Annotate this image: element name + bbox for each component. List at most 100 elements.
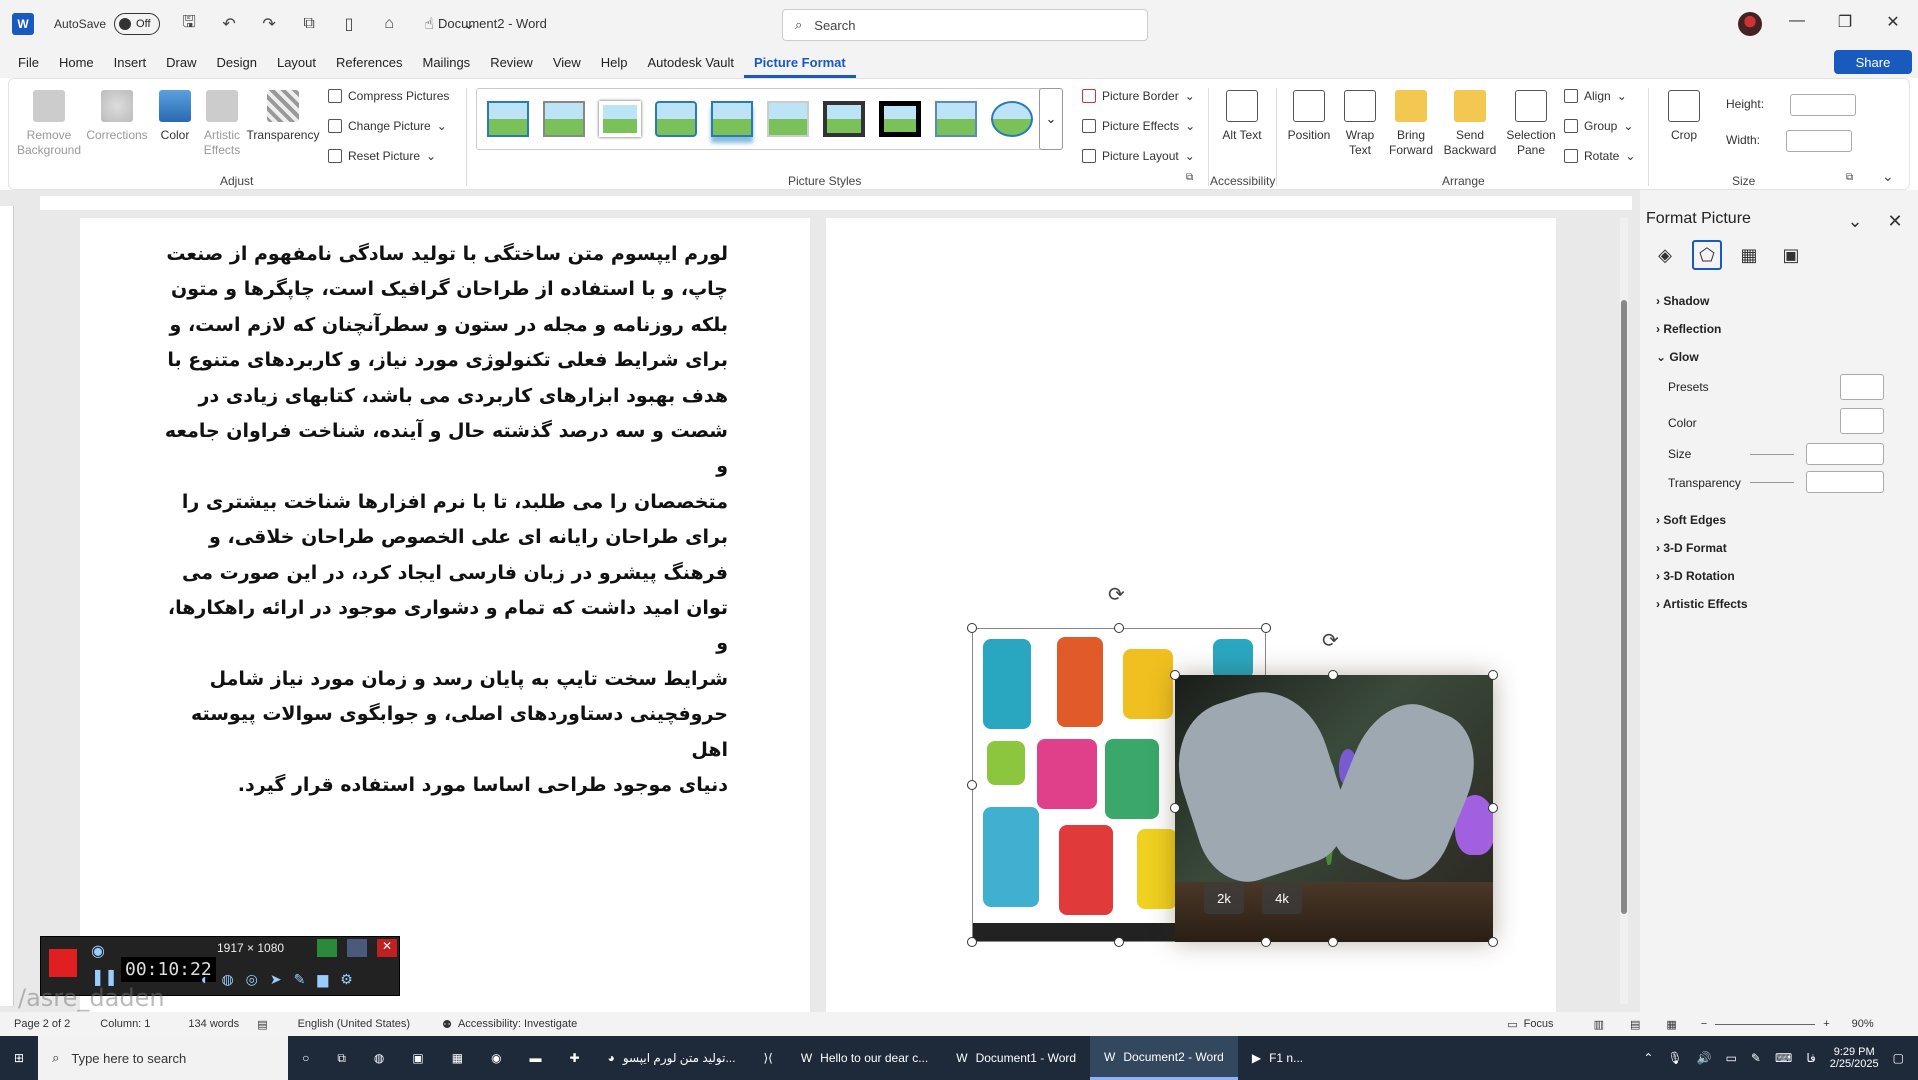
- network-icon[interactable]: ▭: [1726, 1051, 1737, 1065]
- tab-draw[interactable]: Draw: [156, 48, 206, 78]
- style-thumbnail[interactable]: [543, 101, 585, 137]
- tab-home[interactable]: Home: [49, 48, 104, 78]
- resize-handle[interactable]: [967, 937, 977, 947]
- close-recorder-icon[interactable]: ✕: [377, 939, 397, 957]
- language-icon[interactable]: فا: [1806, 1051, 1815, 1065]
- copy-icon[interactable]: ⧉: [298, 15, 320, 33]
- gallery-more-button[interactable]: ⌄: [1039, 88, 1063, 150]
- microphone-icon[interactable]: 🎙: [1667, 1051, 1682, 1065]
- language-indicator[interactable]: English (United States): [298, 1018, 411, 1030]
- style-thumbnail[interactable]: [711, 101, 753, 137]
- style-thumbnail[interactable]: [487, 101, 529, 137]
- color-button[interactable]: Color: [152, 90, 198, 143]
- resize-handle[interactable]: [1261, 623, 1271, 633]
- taskbar-search[interactable]: ⌕ Type here to search: [38, 1036, 289, 1080]
- taskbar-word-2[interactable]: W Document1 - Word: [942, 1036, 1090, 1080]
- print-layout-icon[interactable]: ▤: [1630, 1018, 1640, 1031]
- resize-handle[interactable]: [1261, 937, 1271, 947]
- tab-file[interactable]: File: [8, 48, 49, 78]
- position-button[interactable]: Position: [1284, 90, 1334, 143]
- style-thumbnail[interactable]: [823, 101, 865, 137]
- touch-mode-icon[interactable]: ☝: [418, 14, 440, 34]
- maximize-icon[interactable]: ❐: [1830, 12, 1860, 32]
- resize-handle[interactable]: [1170, 803, 1180, 813]
- section-glow[interactable]: ⌄ Glow: [1656, 350, 1699, 364]
- redo-icon[interactable]: ↷: [258, 14, 280, 34]
- rotate-handle-icon[interactable]: ⟳: [1322, 628, 1339, 653]
- resize-handle[interactable]: [1328, 670, 1338, 680]
- align-button[interactable]: Align ⌄: [1564, 86, 1627, 106]
- section-3d-rotation[interactable]: › 3-D Rotation: [1656, 569, 1735, 583]
- rotate-handle-icon[interactable]: ⟳: [1108, 582, 1125, 607]
- record-stop-button[interactable]: [49, 949, 77, 977]
- page-count[interactable]: Page 2 of 2: [14, 1018, 70, 1030]
- tab-picture-format[interactable]: Picture Format: [744, 48, 856, 78]
- height-input[interactable]: [1790, 94, 1856, 116]
- clock[interactable]: 9:29 PM 2/25/2025: [1830, 1046, 1879, 1070]
- persian-lorem-paragraph[interactable]: لورم ایپسوم متن ساختگی با تولید سادگی نا…: [160, 237, 728, 804]
- selection-pane-button[interactable]: Selection Pane: [1504, 90, 1558, 158]
- style-thumbnail[interactable]: [599, 101, 641, 137]
- compress-pictures-button[interactable]: Compress Pictures: [328, 86, 449, 106]
- style-thumbnail[interactable]: [935, 101, 977, 137]
- alt-text-button[interactable]: Alt Text: [1222, 90, 1262, 143]
- section-3d-format[interactable]: › 3-D Format: [1656, 541, 1727, 555]
- glow-size-input[interactable]: [1806, 443, 1884, 465]
- task-view-icon[interactable]: ⧉: [323, 1036, 360, 1080]
- taskbar-app-f1[interactable]: ▶ F1 n...: [1238, 1036, 1317, 1080]
- open-folder-icon[interactable]: ⌂: [378, 15, 400, 33]
- keyboard-icon[interactable]: ⌨: [1775, 1051, 1792, 1065]
- picture-layout-button[interactable]: Picture Layout ⌄: [1082, 146, 1195, 166]
- glow-size-slider[interactable]: [1750, 454, 1794, 455]
- section-soft-edges[interactable]: › Soft Edges: [1656, 513, 1726, 527]
- taskbar-chrome[interactable]: ◕ تولید متن لورم ایپسو...: [594, 1036, 750, 1080]
- firefox-icon[interactable]: ◉: [477, 1036, 515, 1080]
- tab-layout[interactable]: Layout: [267, 48, 326, 78]
- notification-icon[interactable]: ▢: [1893, 1051, 1904, 1065]
- tab-mailings[interactable]: Mailings: [413, 48, 481, 78]
- layout-properties-tab-icon[interactable]: ▦: [1734, 240, 1764, 270]
- picture-styles-gallery[interactable]: [476, 88, 1052, 150]
- corrections-button[interactable]: Corrections: [84, 90, 150, 143]
- style-thumbnail[interactable]: [991, 101, 1033, 137]
- zoom-in-icon[interactable]: +: [1823, 1018, 1829, 1030]
- glow-presets-dropdown[interactable]: [1840, 374, 1884, 400]
- rotate-button[interactable]: Rotate ⌄: [1564, 146, 1635, 166]
- dialog-launcher-icon[interactable]: ⧉: [1846, 172, 1853, 183]
- section-reflection[interactable]: › Reflection: [1656, 322, 1721, 336]
- collapse-ribbon-icon[interactable]: ⌄: [1882, 168, 1894, 185]
- resize-handle[interactable]: [967, 780, 977, 790]
- section-shadow[interactable]: › Shadow: [1656, 294, 1709, 308]
- resize-handle[interactable]: [1170, 670, 1180, 680]
- start-icon[interactable]: ⊞: [0, 1036, 38, 1080]
- glow-transparency-slider[interactable]: [1750, 482, 1794, 483]
- resize-handle[interactable]: [1488, 937, 1498, 947]
- effects-tab-icon[interactable]: ⬠: [1692, 240, 1722, 270]
- tab-insert[interactable]: Insert: [104, 48, 157, 78]
- autosave-toggle[interactable]: Off: [114, 13, 161, 35]
- undo-icon[interactable]: ↶: [218, 14, 240, 34]
- width-input[interactable]: [1786, 130, 1852, 152]
- crop-button[interactable]: Crop: [1664, 90, 1704, 143]
- taskbar-word-3[interactable]: W Document2 - Word: [1090, 1036, 1238, 1080]
- tab-autodesk-vault[interactable]: Autodesk Vault: [638, 48, 744, 78]
- resize-handle[interactable]: [1488, 803, 1498, 813]
- zoom-slider[interactable]: [1715, 1023, 1816, 1025]
- glow-transparency-input[interactable]: [1806, 471, 1884, 493]
- cortana-icon[interactable]: ○: [288, 1036, 323, 1080]
- green-button[interactable]: [317, 939, 337, 957]
- change-picture-button[interactable]: Change Picture ⌄: [328, 116, 447, 136]
- resize-handle[interactable]: [1488, 670, 1498, 680]
- bring-forward-button[interactable]: Bring Forward: [1386, 90, 1436, 158]
- resize-handle[interactable]: [1328, 937, 1338, 947]
- minimize-recorder-icon[interactable]: [347, 939, 367, 957]
- picture-effects-button[interactable]: Picture Effects ⌄: [1082, 116, 1195, 136]
- calculator-icon[interactable]: ▦: [438, 1036, 477, 1080]
- style-thumbnail[interactable]: [655, 101, 697, 137]
- picture-tab-icon[interactable]: ▣: [1776, 240, 1806, 270]
- close-icon[interactable]: ✕: [1878, 12, 1908, 32]
- focus-mode[interactable]: Focus: [1524, 1018, 1554, 1030]
- transparency-button[interactable]: Transparency: [246, 90, 320, 143]
- resize-handle[interactable]: [1114, 623, 1124, 633]
- app-icon[interactable]: ✚: [556, 1036, 594, 1080]
